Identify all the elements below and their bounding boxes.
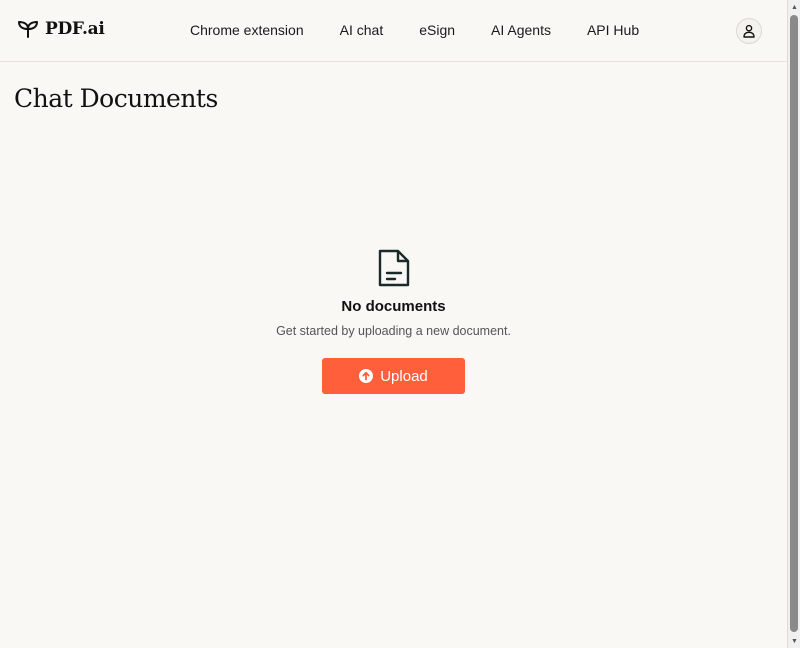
logo-link[interactable]: PDF.ai xyxy=(17,19,105,39)
scroll-down-arrow-icon[interactable]: ▼ xyxy=(788,634,800,648)
scroll-thumb[interactable] xyxy=(790,15,798,632)
nav-esign[interactable]: eSign xyxy=(419,22,455,38)
main-nav: Chrome extension AI chat eSign AI Agents… xyxy=(190,22,639,38)
nav-ai-agents[interactable]: AI Agents xyxy=(491,22,551,38)
arrow-up-circle-icon xyxy=(359,369,374,383)
upload-button-label: Upload xyxy=(380,367,428,385)
empty-state-title: No documents xyxy=(341,298,446,315)
empty-state-subtitle: Get started by uploading a new document. xyxy=(276,324,511,338)
vertical-scrollbar[interactable]: ▲ ▼ xyxy=(787,0,800,648)
document-icon xyxy=(378,249,409,287)
account-button[interactable] xyxy=(736,18,762,44)
user-icon xyxy=(743,24,755,38)
logo-text: PDF.ai xyxy=(45,19,105,39)
scroll-up-arrow-icon[interactable]: ▲ xyxy=(788,0,800,14)
page-title: Chat Documents xyxy=(14,84,218,113)
upload-button[interactable]: Upload xyxy=(322,358,465,394)
nav-api-hub[interactable]: API Hub xyxy=(587,22,639,38)
top-navbar: PDF.ai Chrome extension AI chat eSign AI… xyxy=(0,0,787,62)
nav-chrome-extension[interactable]: Chrome extension xyxy=(190,22,304,38)
page: PDF.ai Chrome extension AI chat eSign AI… xyxy=(0,0,787,648)
nav-ai-chat[interactable]: AI chat xyxy=(340,22,384,38)
empty-state: No documents Get started by uploading a … xyxy=(0,248,787,394)
sprout-icon xyxy=(18,21,38,38)
